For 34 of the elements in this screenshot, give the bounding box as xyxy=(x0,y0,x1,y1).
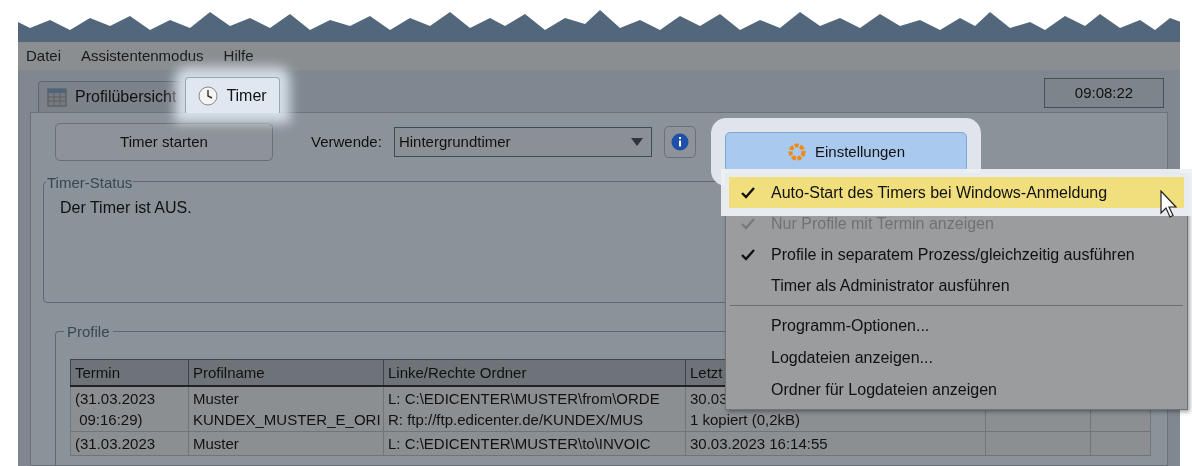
clock-icon xyxy=(198,85,219,106)
table-cell: (31.03.2023 xyxy=(70,431,189,455)
use-label: Verwende: xyxy=(311,131,382,152)
column-header[interactable]: Profilname xyxy=(188,359,384,386)
start-timer-button[interactable]: Timer starten xyxy=(55,123,273,161)
checkmark-icon xyxy=(741,248,755,261)
table-cell: 30.03.2023 16:14:55 xyxy=(685,431,986,455)
table-cell: Muster xyxy=(188,431,384,455)
menu-item[interactable]: Programm-Optionen... xyxy=(729,310,1184,342)
table-cell: L: C:\EDICENTER\MUSTER\to\INVOIC xyxy=(383,431,686,455)
timer-status-text: Der Timer ist AUS. xyxy=(60,198,192,218)
dropdown-arrow-icon xyxy=(630,138,643,146)
menu-item[interactable]: Assistentenmodus xyxy=(81,44,204,68)
info-button[interactable] xyxy=(663,126,696,158)
menu-item[interactable]: Profile in separatem Prozess/gleichzeitig ausführen xyxy=(729,239,1184,270)
mouse-cursor-icon xyxy=(1160,190,1180,220)
tab[interactable]: Timer xyxy=(185,77,280,113)
clock-display: 09:08:22 xyxy=(1044,78,1164,108)
table-cell: Muster KUNDEX_MUSTER_E_ORI xyxy=(188,385,384,431)
column-header[interactable]: Termin xyxy=(70,359,189,386)
menu-item[interactable]: Hilfe xyxy=(223,44,254,68)
menu-item[interactable]: Datei xyxy=(26,44,62,68)
tab[interactable]: Profilübersicht xyxy=(38,81,186,112)
calendar-icon xyxy=(47,87,67,107)
menu-item[interactable]: Logdateien anzeigen... xyxy=(729,342,1184,374)
timer-type-dropdown[interactable]: Hintergrundtimer xyxy=(393,127,652,157)
checkmark-icon xyxy=(741,217,755,230)
table-cell: (31.03.2023 09:16:29) xyxy=(70,385,189,431)
checkmark-icon xyxy=(741,186,755,199)
table-cell: L: C:\EDICENTER\MUSTER\from\ORDE R: ftp://ftp.edicenter.de/KUNDEX/MUS xyxy=(383,385,686,431)
menu-item[interactable]: Timer als Administrator ausführen xyxy=(729,270,1184,301)
info-icon xyxy=(670,133,689,151)
gear-icon xyxy=(786,142,807,162)
column-header[interactable]: Linke/Rechte Ordner xyxy=(383,359,686,386)
